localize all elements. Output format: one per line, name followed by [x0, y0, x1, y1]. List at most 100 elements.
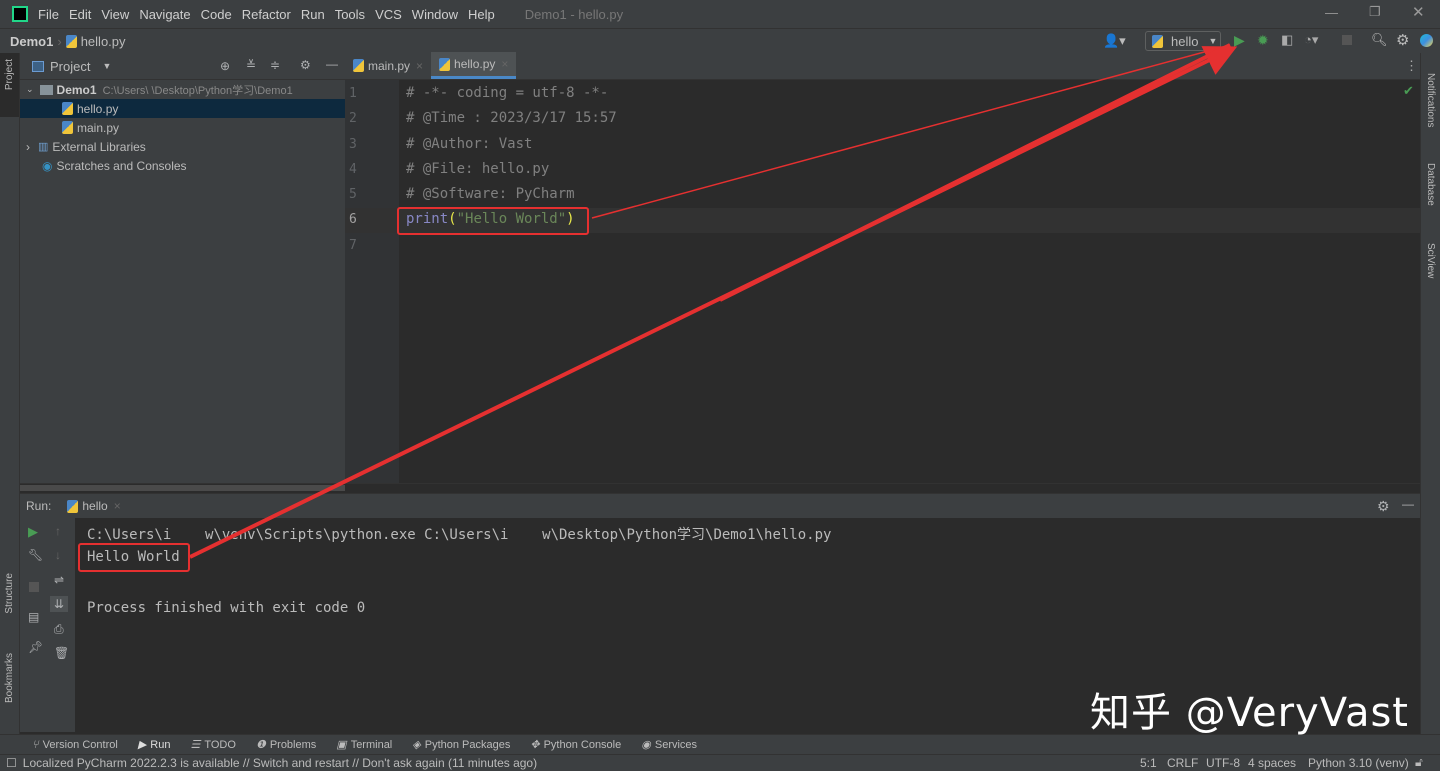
- file-encoding[interactable]: UTF-8: [1206, 756, 1240, 770]
- trash-icon[interactable]: 🗑︎: [54, 646, 69, 660]
- tool-terminal[interactable]: ▣Terminal: [336, 738, 392, 751]
- tool-python-packages[interactable]: ◈Python Packages: [412, 738, 510, 751]
- tool-label: TODO: [204, 739, 236, 751]
- code-line: # @File: hello.py: [406, 161, 549, 177]
- sciview-tool-button[interactable]: SciView: [1425, 243, 1436, 278]
- run-icon: ▶: [138, 738, 146, 751]
- library-icon: ▥: [38, 140, 48, 153]
- root-path: C:\Users\ \Desktop\Python学习\Demo1: [103, 82, 293, 98]
- expand-all-icon[interactable]: ≚: [246, 58, 256, 72]
- tree-item-external-libraries[interactable]: › ▥ External Libraries: [20, 137, 345, 156]
- caret-position[interactable]: 5:1: [1140, 756, 1157, 770]
- python-file-icon: [62, 121, 73, 134]
- collapse-all-icon[interactable]: ≑: [270, 58, 280, 72]
- line-number: 7: [349, 238, 357, 253]
- pin-icon[interactable]: 📌︎: [28, 640, 43, 654]
- stop-icon[interactable]: [29, 582, 39, 592]
- debug-icon[interactable]: ✹: [1257, 32, 1269, 49]
- chevron-right-icon[interactable]: ›: [26, 140, 30, 154]
- tree-item-hello-py[interactable]: hello.py: [20, 99, 345, 118]
- scratches-icon: ◉: [42, 159, 52, 173]
- chevron-down-icon[interactable]: ▼: [102, 61, 111, 71]
- profile-icon[interactable]: ◔▾: [1304, 32, 1318, 48]
- toolbox-icon[interactable]: [1420, 34, 1433, 47]
- rerun-icon[interactable]: ▶: [28, 524, 38, 540]
- indent-setting[interactable]: 4 spaces: [1248, 756, 1296, 770]
- wrench-icon[interactable]: 🔧︎: [28, 548, 43, 562]
- hide-icon[interactable]: —: [1402, 497, 1414, 511]
- lock-icon[interactable]: 🔓︎: [1415, 755, 1423, 770]
- breadcrumb-file[interactable]: hello.py: [81, 34, 126, 49]
- tool-problems[interactable]: ❶Problems: [256, 738, 316, 751]
- tool-todo[interactable]: ☰TODO: [190, 738, 235, 751]
- menu-vcs[interactable]: VCS: [375, 7, 402, 22]
- close-icon[interactable]: ×: [416, 59, 423, 73]
- console-line: Process finished with exit code 0: [87, 600, 365, 616]
- close-button[interactable]: ✕: [1412, 3, 1425, 21]
- restore-button[interactable]: ❐: [1369, 4, 1381, 20]
- scroll-to-end-icon[interactable]: ⇊: [50, 596, 68, 612]
- minimize-button[interactable]: —: [1325, 5, 1338, 20]
- run-tab-hello[interactable]: hello ×: [67, 499, 120, 513]
- tab-hello-py[interactable]: hello.py×: [431, 52, 516, 79]
- close-icon[interactable]: ×: [501, 57, 508, 71]
- line-number: 4: [349, 162, 357, 177]
- bookmarks-tool-button[interactable]: Bookmarks: [4, 653, 15, 703]
- horizontal-scrollbar[interactable]: [20, 483, 1420, 493]
- code-editor[interactable]: 1 2 3 4 5 6 7 # -*- coding = utf-8 -*- #…: [345, 80, 1420, 483]
- soft-wrap-icon[interactable]: ⇌: [54, 573, 64, 587]
- hide-icon[interactable]: —: [326, 57, 338, 71]
- menu-window[interactable]: Window: [412, 7, 458, 22]
- notifications-tool-button[interactable]: Notifications: [1425, 73, 1436, 127]
- tree-item-main-py[interactable]: main.py: [20, 118, 345, 137]
- menu-file[interactable]: File: [38, 7, 59, 22]
- print-icon[interactable]: ⎙: [54, 622, 64, 637]
- gear-icon[interactable]: ⚙: [1377, 498, 1390, 515]
- gear-icon[interactable]: ⚙: [300, 58, 311, 72]
- project-view-select[interactable]: Project: [50, 59, 90, 74]
- menu-edit[interactable]: Edit: [69, 7, 91, 22]
- left-tool-stripe: Project Structure Bookmarks: [0, 53, 20, 734]
- tool-services[interactable]: ◉Services: [641, 738, 697, 751]
- close-icon[interactable]: ×: [114, 499, 121, 513]
- database-tool-button[interactable]: Database: [1425, 163, 1436, 206]
- run-config-select[interactable]: hello ▼: [1145, 31, 1221, 51]
- menu-view[interactable]: View: [101, 7, 129, 22]
- chevron-down-icon[interactable]: ⌄: [26, 84, 34, 95]
- tool-version-control[interactable]: ⑂Version Control: [32, 739, 118, 751]
- coverage-icon[interactable]: ◧: [1281, 32, 1293, 48]
- project-tool-button[interactable]: Project: [4, 59, 15, 90]
- locate-icon[interactable]: ⊕: [220, 59, 230, 73]
- tree-root-demo1[interactable]: ⌄ Demo1 C:\Users\ \Desktop\Python学习\Demo…: [20, 80, 345, 99]
- tree-item-scratches[interactable]: ◉ Scratches and Consoles: [20, 156, 345, 175]
- python-file-icon: [66, 35, 77, 48]
- menu-tools[interactable]: Tools: [335, 7, 365, 22]
- breadcrumb-project[interactable]: Demo1: [10, 34, 53, 49]
- more-options-icon[interactable]: ⋮: [1405, 58, 1418, 74]
- search-icon[interactable]: 🔍︎: [1371, 32, 1388, 48]
- structure-tool-button[interactable]: Structure: [4, 573, 15, 614]
- menu-navigate[interactable]: Navigate: [139, 7, 190, 22]
- tool-run[interactable]: ▶Run: [138, 738, 171, 751]
- line-separator[interactable]: CRLF: [1167, 756, 1198, 770]
- user-icon[interactable]: 👤▾: [1103, 33, 1126, 49]
- stop-icon[interactable]: [1342, 35, 1352, 45]
- pycharm-logo-icon: [12, 6, 28, 22]
- navigation-bar: Demo1 › hello.py 👤▾ hello ▼ ▶ ✹ ◧ ◔▾ 🔍︎ …: [0, 28, 1440, 53]
- up-icon[interactable]: ↑: [55, 524, 61, 538]
- run-tab-label: hello: [82, 499, 107, 513]
- python-interpreter[interactable]: Python 3.10 (venv): [1308, 756, 1409, 770]
- gear-icon[interactable]: ⚙: [1396, 31, 1409, 49]
- menu-code[interactable]: Code: [201, 7, 232, 22]
- down-icon[interactable]: ↓: [55, 548, 61, 562]
- menu-help[interactable]: Help: [468, 7, 495, 22]
- layout-icon[interactable]: ▤: [28, 610, 39, 624]
- tab-main-py[interactable]: main.py×: [345, 52, 431, 79]
- line-number: 6: [349, 212, 357, 227]
- annotation-box-code: [397, 207, 589, 235]
- run-icon[interactable]: ▶: [1234, 32, 1245, 49]
- menu-run[interactable]: Run: [301, 7, 325, 22]
- status-message[interactable]: Localized PyCharm 2022.2.3 is available …: [23, 756, 537, 770]
- menu-refactor[interactable]: Refactor: [242, 7, 291, 22]
- tool-python-console[interactable]: ✥Python Console: [530, 738, 621, 751]
